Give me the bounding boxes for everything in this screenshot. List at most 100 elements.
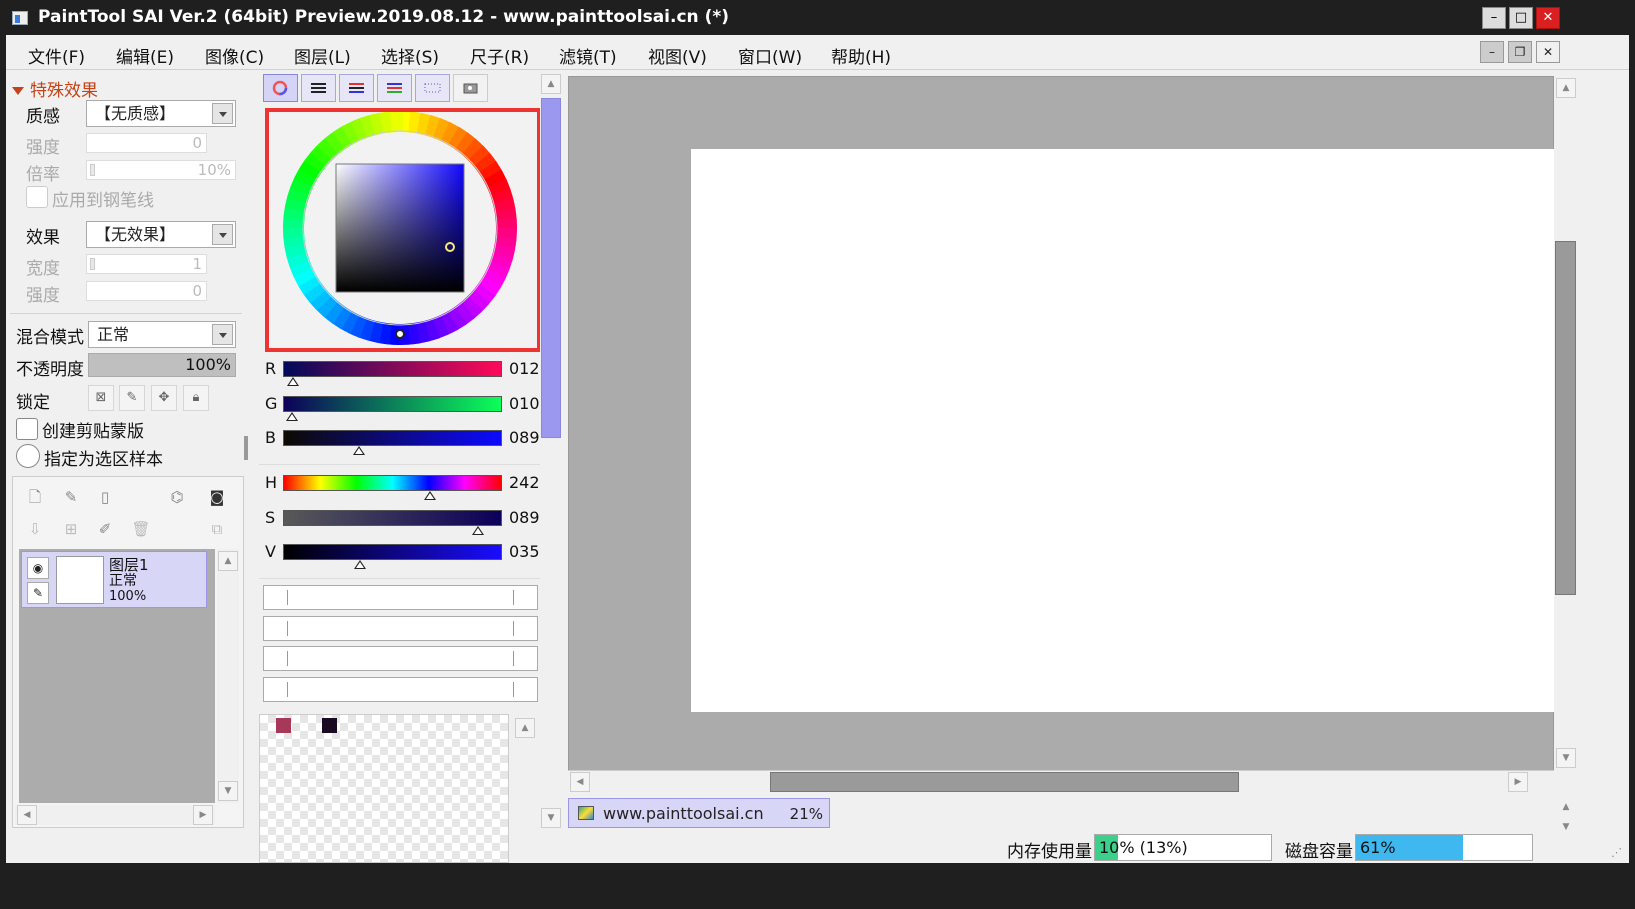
v-channel-slider[interactable] [283,544,502,560]
v-channel-marker[interactable] [353,560,366,569]
h-channel-slider[interactable] [283,475,502,491]
scroll-up-icon[interactable]: ▲ [541,74,561,94]
menu-layer[interactable]: 图层(L) [294,43,351,68]
color-panel-scrollbar[interactable]: ▲ ▼ [540,74,562,830]
doc-close-button[interactable]: ✕ [1536,41,1560,63]
minimize-button[interactable]: – [1482,7,1506,29]
custom-slider-4[interactable] [263,677,538,702]
scroll-up-icon[interactable]: ▲ [1556,78,1576,98]
new-linework-layer-icon[interactable]: ✎ [61,487,81,507]
menu-filter[interactable]: 滤镜(T) [559,43,617,68]
panel-splitter-handle[interactable] [244,436,248,460]
menu-select[interactable]: 选择(S) [381,43,439,68]
rgb-slider-mode-button[interactable] [301,74,336,102]
b-channel-slider[interactable] [283,430,502,446]
clipping-mask-checkbox[interactable] [16,418,38,440]
color-swatch[interactable] [276,718,291,733]
lock-paint-button[interactable]: ✎ [119,385,145,411]
document-name: www.painttoolsai.cn [603,804,764,823]
visibility-eye-icon[interactable]: ◉ [27,557,49,579]
scroll-up-icon[interactable]: ▲ [218,551,238,571]
new-folder-icon[interactable]: ▯ [95,487,115,507]
b-channel-marker[interactable] [353,446,366,455]
menu-image[interactable]: 图像(C) [205,43,264,68]
canvas-vscrollbar[interactable]: ▲ ▼ [1554,76,1578,768]
r-channel-marker[interactable] [287,377,300,386]
custom-slider-1[interactable] [263,585,538,610]
scroll-down-icon[interactable]: ▼ [1556,748,1576,768]
menu-help[interactable]: 帮助(H) [831,43,891,68]
h-channel-marker[interactable] [424,491,437,500]
color-wheel-mode-button[interactable] [263,74,298,102]
scroll-down-icon[interactable]: ▼ [541,808,561,828]
resize-grip-icon[interactable]: ⋰ [1611,846,1622,859]
doc-minimize-button[interactable]: – [1480,41,1504,63]
scrollbar-thumb[interactable] [541,98,561,438]
hsv-slider-mode-button[interactable] [339,74,374,102]
scale-slider[interactable]: 10% [86,160,236,180]
effect-dropdown[interactable]: 【无效果】 [86,221,236,248]
menu-edit[interactable]: 编辑(E) [116,43,174,68]
swatch-vscrollbar[interactable]: ▲ [512,714,539,863]
scroll-up-icon[interactable]: ▲ [1556,798,1576,818]
menu-window[interactable]: 窗口(W) [738,43,802,68]
canvas-viewport[interactable] [568,76,1555,792]
scrollbar-thumb[interactable] [770,772,1239,792]
swatches-mode-button[interactable] [415,74,450,102]
doc-restore-button[interactable]: ❐ [1508,41,1532,63]
lock-all-button[interactable]: 🔒︎ [183,385,209,411]
hue-picker-handle[interactable] [395,329,405,339]
s-channel-marker[interactable] [471,526,484,535]
scroll-down-icon[interactable]: ▼ [1556,818,1576,838]
custom-slider-3[interactable] [263,646,538,671]
scroll-right-icon[interactable]: ▶ [1508,772,1528,792]
scratchpad-mode-button[interactable] [453,74,488,102]
scroll-right-icon[interactable]: ▶ [193,805,213,825]
s-channel-slider[interactable] [283,510,502,526]
menu-ruler[interactable]: 尺子(R) [470,43,529,68]
canvas-hscrollbar[interactable]: ◀ ▶ [568,770,1554,793]
lock-move-button[interactable]: ✥ [151,385,177,411]
mixer-mode-button[interactable] [377,74,412,102]
strength-slider[interactable]: 0 [86,133,207,153]
close-button[interactable]: ✕ [1536,7,1560,29]
selection-source-radio[interactable] [16,444,40,468]
lock-transparency-button[interactable]: ⊠ [88,385,114,411]
custom-slider-2[interactable] [263,616,538,641]
texture-dropdown[interactable]: 【无质感】 [86,100,236,127]
layer-list-vscrollbar[interactable]: ▲ ▼ [217,549,239,803]
scroll-up-icon[interactable]: ▲ [515,718,535,738]
duplicate-layer-icon[interactable]: ⊞ [61,519,81,539]
delete-layer-icon[interactable]: 🗑︎ [131,519,151,539]
effects-section-header[interactable]: 特殊效果 [12,76,98,101]
layer-list-hscrollbar[interactable]: ◀ ▶ [15,805,215,825]
document-tab[interactable]: www.painttoolsai.cn 21% [568,798,830,828]
scroll-left-icon[interactable]: ◀ [17,805,37,825]
effect-strength-slider[interactable]: 0 [86,281,207,301]
maximize-button[interactable]: □ [1509,7,1533,29]
transfer-layer-icon[interactable]: ⧉ [207,519,227,539]
layer-row[interactable]: ◉ ✎ 图层1 正常 100% [21,551,207,608]
g-channel-marker[interactable] [285,412,298,421]
clear-layer-icon[interactable]: ✐ [95,519,115,539]
menu-view[interactable]: 视图(V) [648,43,707,68]
pencil-icon[interactable]: ✎ [27,582,49,604]
menu-file[interactable]: 文件(F) [28,43,85,68]
merge-down-icon[interactable]: ⇩ [25,519,45,539]
blend-mode-dropdown[interactable]: 正常 [88,321,236,348]
scroll-down-icon[interactable]: ▼ [218,781,238,801]
opacity-slider[interactable]: 100% [88,353,236,377]
color-swatch[interactable] [322,718,337,733]
new-layer-icon[interactable]: 🗋︎ [25,487,45,507]
scrollbar-thumb[interactable] [1555,241,1576,595]
hsv-color-wheel[interactable] [269,111,537,348]
canvas-document[interactable] [691,149,1555,712]
g-channel-slider[interactable] [283,396,502,412]
layer-effect-icon[interactable]: ⌬ [167,487,187,507]
scroll-left-icon[interactable]: ◀ [570,772,590,792]
r-channel-slider[interactable] [283,361,502,377]
layer-mode: 正常 [109,573,137,589]
apply-lines-checkbox[interactable] [26,186,48,208]
layer-mask-icon[interactable]: ◙ [207,487,227,507]
width-slider[interactable]: 1 [86,254,207,274]
